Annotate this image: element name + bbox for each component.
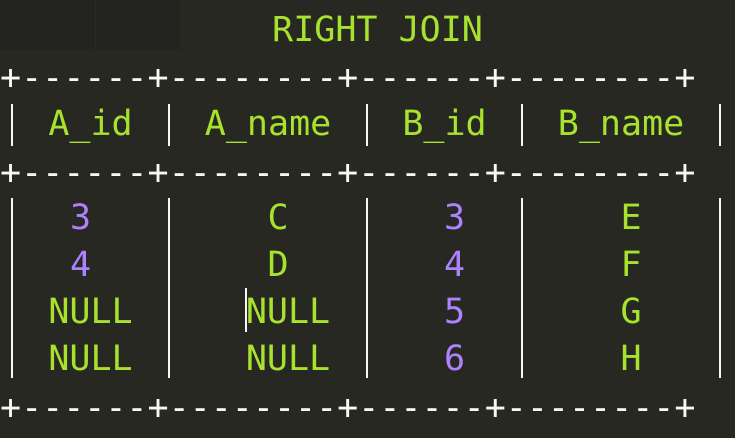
column-header-b-id: B_id [402, 104, 487, 144]
table-border-top: +------+--------+------+--------+ [0, 60, 735, 96]
border-segments: +------+--------+------+--------+ [0, 388, 696, 428]
table-cell-b-id: 5 [443, 292, 466, 332]
column-header-a-name: A_name [204, 104, 332, 144]
table-cell-a-name: C [267, 198, 289, 238]
table-cell-b-id: 4 [443, 245, 466, 285]
table-cell-b-id: 6 [443, 339, 466, 379]
border-segments: +------+--------+------+--------+ [0, 58, 696, 98]
table-cell-b-name: H [620, 339, 642, 379]
column-divider [719, 104, 721, 146]
table-border-bottom: +------+--------+------+--------+ [0, 390, 735, 426]
table-border-header: +------+--------+------+--------+ [0, 155, 735, 191]
column-header-b-name: B_name [557, 104, 685, 144]
text-cursor [245, 288, 247, 332]
table-cell-a-id: NULL [48, 339, 133, 379]
table-cell-b-name: F [620, 245, 642, 285]
table-cell-a-id: NULL [48, 292, 133, 332]
query-title: RIGHT JOIN [272, 10, 483, 50]
column-header-a-id: A_id [48, 104, 133, 144]
table-cell-a-id: 3 [69, 198, 92, 238]
table-cell-a-name: D [267, 245, 289, 285]
border-segments: +------+--------+------+--------+ [0, 153, 696, 193]
table-cell-b-name: E [620, 198, 642, 238]
table-cell-b-name: G [620, 292, 642, 332]
table-cell-b-id: 3 [443, 198, 466, 238]
table-cell-a-id: 4 [69, 245, 92, 285]
